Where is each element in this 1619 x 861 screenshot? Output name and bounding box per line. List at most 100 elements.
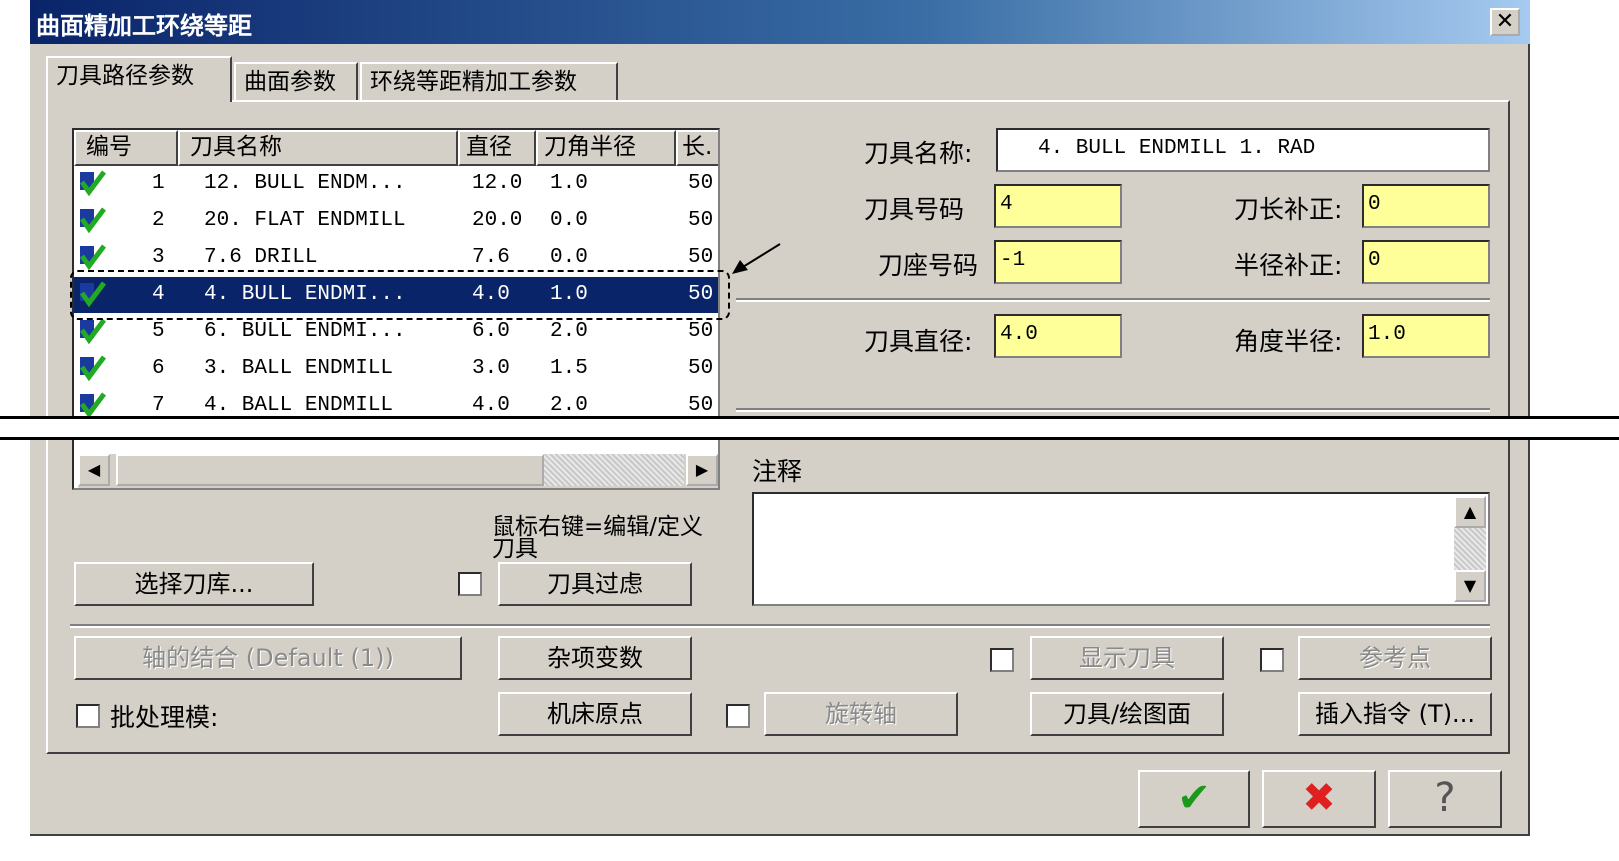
selection-highlight-box — [70, 270, 730, 320]
row-diameter: 7.6 — [472, 246, 510, 269]
notes-scrollbar[interactable]: ▲ ▼ — [1454, 496, 1486, 602]
scroll-down-icon[interactable]: ▼ — [1454, 570, 1486, 602]
tab-surface-params[interactable]: 曲面参数 — [234, 62, 358, 100]
tool-filter-checkbox[interactable] — [458, 572, 482, 596]
row-corner-radius: 1.0 — [550, 172, 588, 195]
title-bar: 曲面精加工环绕等距 ✕ — [30, 0, 1530, 44]
tool-check-icon — [79, 355, 106, 381]
separator — [736, 298, 1490, 302]
tool-check-icon — [79, 207, 106, 233]
row-length: 50 — [688, 246, 714, 269]
row-diameter: 4.0 — [472, 394, 510, 417]
row-tool-name: 6. BULL ENDMI... — [204, 320, 406, 343]
scroll-track[interactable] — [544, 454, 684, 486]
notes-label: 注释 — [752, 457, 803, 486]
tool-number-label: 刀具号码 — [864, 195, 965, 224]
col-header-length[interactable]: 长. — [676, 130, 718, 166]
machine-origin-button[interactable]: 机床原点 — [498, 692, 692, 736]
separator — [70, 624, 1490, 628]
diameter-label: 刀具直径: — [864, 327, 973, 356]
row-tool-name: 4. BALL ENDMILL — [204, 394, 394, 417]
row-length: 50 — [688, 357, 714, 380]
row-corner-radius: 0.0 — [550, 246, 588, 269]
insert-command-button[interactable]: 插入指令 (T)... — [1298, 692, 1492, 736]
show-tool-button[interactable]: 显示刀具 — [1030, 636, 1224, 680]
col-header-number[interactable]: 编号 — [74, 130, 178, 166]
corner-radius-label: 角度半径: — [1234, 327, 1343, 356]
length-comp-field[interactable]: 0 — [1362, 184, 1490, 228]
row-number: 2 — [152, 209, 165, 232]
row-length: 50 — [688, 172, 714, 195]
row-corner-radius: 2.0 — [550, 320, 588, 343]
row-tool-name: 20. FLAT ENDMILL — [204, 209, 406, 232]
close-button[interactable]: ✕ — [1490, 8, 1520, 36]
horizontal-scrollbar[interactable]: ◀ ▶ — [78, 454, 718, 488]
row-diameter: 20.0 — [472, 209, 523, 232]
length-comp-label: 刀长补正: — [1234, 195, 1343, 224]
tool-check-icon — [79, 170, 106, 196]
row-length: 50 — [688, 320, 714, 343]
misc-values-button[interactable]: 杂项变数 — [498, 636, 692, 680]
tool-check-icon — [79, 318, 106, 344]
col-header-diameter[interactable]: 直径 — [458, 130, 536, 166]
notes-textarea[interactable]: ▲ ▼ — [752, 492, 1490, 606]
row-length: 50 — [688, 209, 714, 232]
row-tool-name: 3. BALL ENDMILL — [204, 357, 394, 380]
image-cut-line — [0, 437, 1619, 440]
corner-radius-field[interactable]: 1.0 — [1362, 314, 1490, 358]
ok-button[interactable]: ✔ — [1138, 770, 1250, 828]
tool-plane-button[interactable]: 刀具/绘图面 — [1030, 692, 1224, 736]
arrow-icon — [732, 243, 781, 274]
help-button[interactable]: ? — [1388, 770, 1502, 828]
table-row[interactable]: 1 12. BULL ENDM... 12.0 1.0 50 — [74, 166, 718, 202]
batch-label: 批处理模: — [110, 703, 219, 732]
row-diameter: 12.0 — [472, 172, 523, 195]
row-diameter: 3.0 — [472, 357, 510, 380]
tab-finish-params[interactable]: 环绕等距精加工参数 — [360, 62, 618, 100]
row-tool-name: 12. BULL ENDM... — [204, 172, 406, 195]
holder-number-label: 刀座号码 — [878, 251, 979, 280]
row-number: 7 — [152, 394, 165, 417]
rotary-axis-checkbox[interactable] — [726, 704, 750, 728]
image-cut-line — [0, 416, 1619, 419]
tool-check-icon — [79, 244, 106, 270]
row-length: 50 — [688, 394, 714, 417]
tool-name-label: 刀具名称: — [864, 139, 973, 168]
scroll-right-icon[interactable]: ▶ — [686, 454, 718, 486]
right-click-hint: 鼠标右键=编辑/定义 刀具 — [492, 514, 704, 562]
dialog-title: 曲面精加工环绕等距 — [36, 12, 252, 40]
row-corner-radius: 1.5 — [550, 357, 588, 380]
row-tool-name: 7.6 DRILL — [204, 246, 318, 269]
row-corner-radius: 0.0 — [550, 209, 588, 232]
radius-comp-field[interactable]: 0 — [1362, 240, 1490, 284]
scroll-thumb[interactable] — [116, 454, 544, 486]
tab-toolpath-params[interactable]: 刀具路径参数 — [46, 56, 232, 102]
holder-number-field[interactable]: -1 — [994, 240, 1122, 284]
tool-number-field[interactable]: 4 — [994, 184, 1122, 228]
col-header-tool-name[interactable]: 刀具名称 — [178, 130, 458, 166]
rotary-axis-button[interactable]: 旋转轴 — [764, 692, 958, 736]
separator — [736, 408, 1490, 412]
tool-filter-button[interactable]: 刀具过虑 — [498, 562, 692, 606]
radius-comp-label: 半径补正: — [1234, 251, 1343, 280]
select-library-button[interactable]: 选择刀库... — [74, 562, 314, 606]
scroll-up-icon[interactable]: ▲ — [1454, 496, 1486, 528]
diameter-field[interactable]: 4.0 — [994, 314, 1122, 358]
table-row[interactable]: 2 20. FLAT ENDMILL 20.0 0.0 50 — [74, 203, 718, 239]
ref-point-checkbox[interactable] — [1260, 648, 1284, 672]
col-header-corner-radius[interactable]: 刀角半径 — [536, 130, 676, 166]
row-diameter: 6.0 — [472, 320, 510, 343]
ref-point-button[interactable]: 参考点 — [1298, 636, 1492, 680]
row-number: 3 — [152, 246, 165, 269]
scroll-left-icon[interactable]: ◀ — [78, 454, 110, 486]
row-number: 5 — [152, 320, 165, 343]
batch-checkbox[interactable] — [76, 704, 100, 728]
row-number: 1 — [152, 172, 165, 195]
tool-name-field[interactable]: 4. BULL ENDMILL 1. RAD — [996, 128, 1490, 172]
row-number: 6 — [152, 357, 165, 380]
axis-combination-button[interactable]: 轴的结合 (Default (1)) — [74, 636, 462, 680]
row-corner-radius: 2.0 — [550, 394, 588, 417]
show-tool-checkbox[interactable] — [990, 648, 1014, 672]
cancel-button[interactable]: ✖ — [1262, 770, 1376, 828]
table-row[interactable]: 6 3. BALL ENDMILL 3.0 1.5 50 — [74, 351, 718, 387]
